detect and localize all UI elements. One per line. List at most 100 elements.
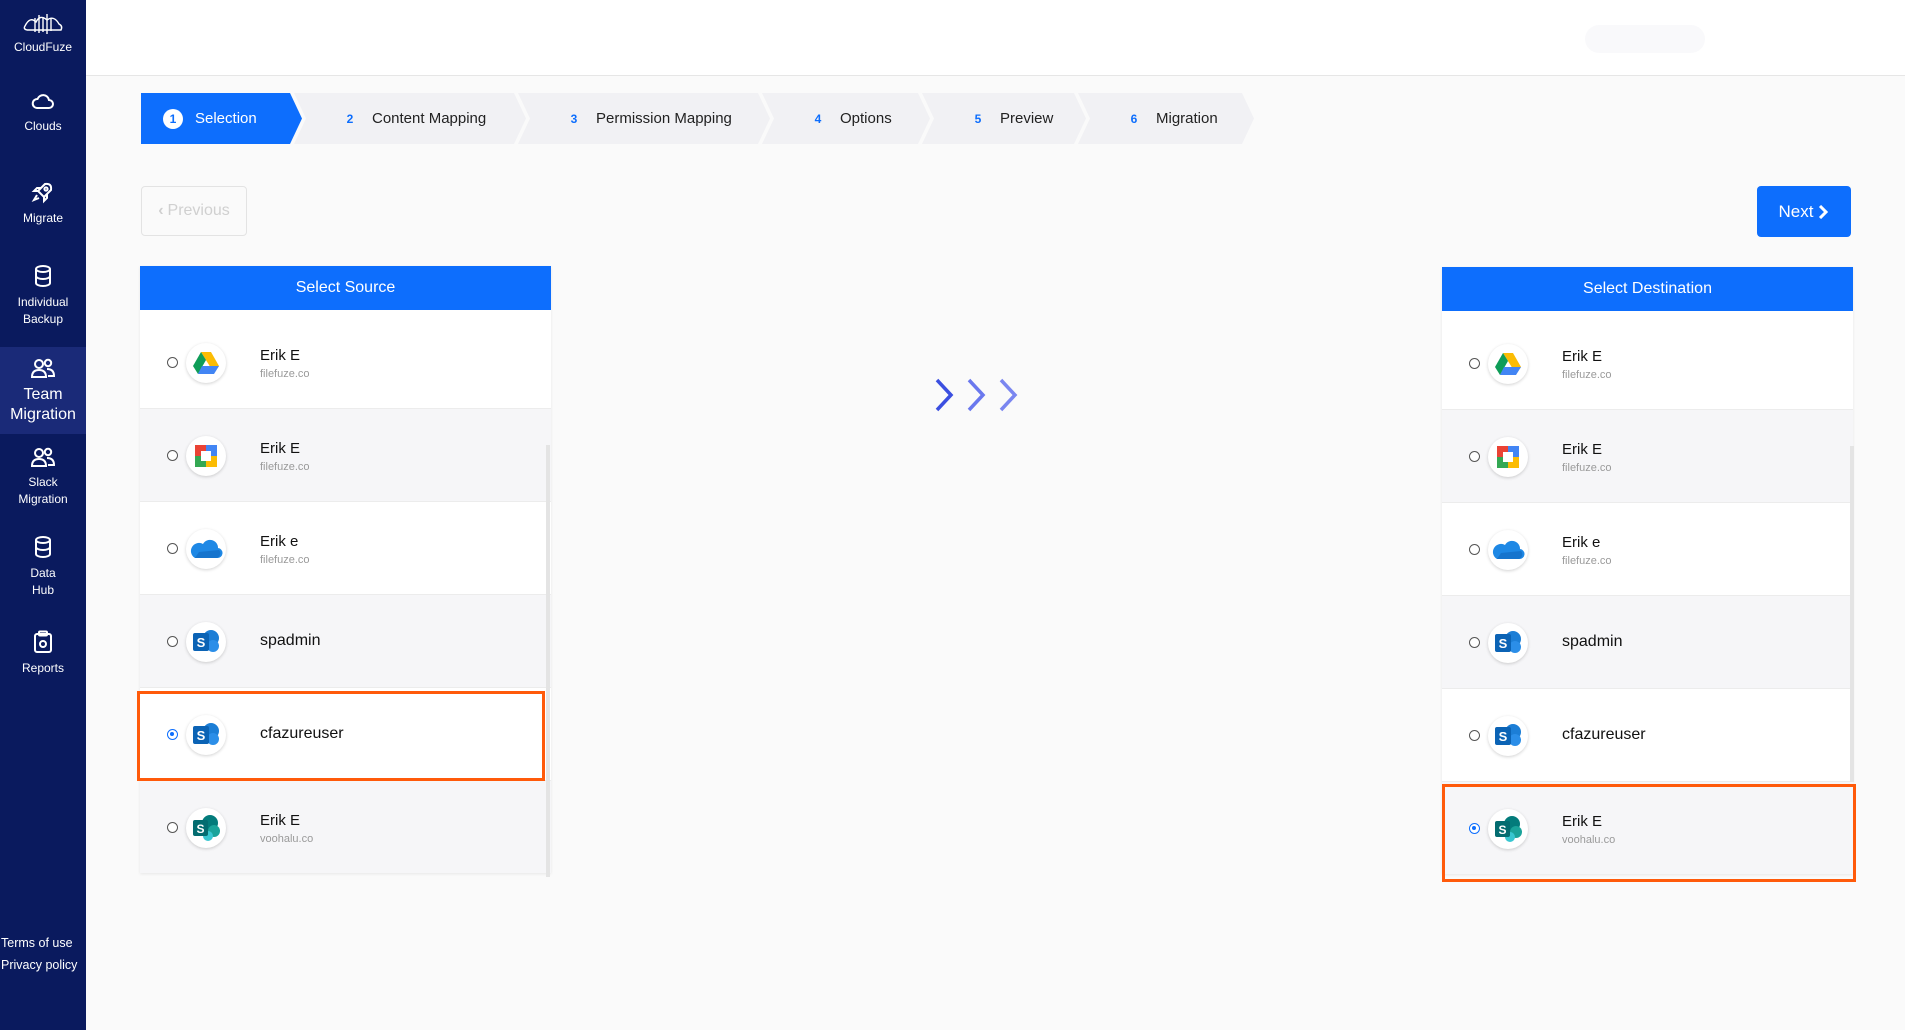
step-options[interactable]: 4 Options [762, 93, 930, 144]
sharepoint-online-icon: S [186, 808, 226, 848]
step-preview[interactable]: 5 Preview [922, 93, 1086, 144]
svg-text:S: S [1498, 823, 1506, 837]
sharepoint-icon: S [1488, 623, 1528, 663]
step-number: 5 [974, 111, 982, 126]
account-domain: filefuze.co [260, 554, 310, 566]
radio-button[interactable] [1469, 544, 1480, 555]
source-scrollbar[interactable] [546, 445, 550, 877]
cloudfuze-logo-icon [23, 14, 63, 34]
radio-button[interactable] [1469, 358, 1480, 369]
source-row-2[interactable]: Erik E filefuze.co [140, 409, 551, 502]
top-bar [86, 0, 1905, 76]
chevrons-right-icon [935, 378, 1018, 412]
sharepoint-icon: S [186, 715, 226, 755]
radio-button[interactable] [1469, 451, 1480, 462]
next-button-label: Next [1778, 201, 1814, 221]
nav-team-migration-label: Team Migration [10, 386, 76, 423]
google-drive-icon [186, 343, 226, 383]
nav-reports[interactable]: Reports [0, 630, 86, 677]
radio-button[interactable] [1469, 637, 1480, 648]
privacy-policy-link[interactable]: Privacy policy [0, 958, 87, 972]
account-domain: voohalu.co [1562, 834, 1616, 846]
step-number: 6 [1130, 111, 1138, 126]
svg-text:S: S [1499, 636, 1508, 651]
source-panel: Select Source Erik E filefuze.co Erik E … [140, 266, 551, 873]
users-icon [30, 358, 56, 378]
step-label: Migration [1156, 110, 1218, 127]
account-domain: filefuze.co [1562, 369, 1612, 381]
nav-data-hub[interactable]: Data Hub [0, 535, 86, 599]
chevron-left-icon: ‹ [158, 202, 164, 219]
destination-row-6[interactable]: S Erik E voohalu.co [1442, 782, 1853, 874]
nav-individual-backup-label: Individual Backup [17, 295, 69, 326]
source-row-5[interactable]: S cfazureuser [140, 688, 551, 781]
nav-slack-migration-label: Slack Migration [18, 475, 68, 506]
step-content-mapping[interactable]: 2 Content Mapping [294, 93, 526, 144]
destination-row-4[interactable]: S spadmin [1442, 596, 1853, 689]
account-name: Erik E [1562, 348, 1603, 365]
radio-button[interactable] [167, 357, 178, 368]
account-domain: filefuze.co [1562, 462, 1612, 474]
source-row-1[interactable]: Erik E filefuze.co [140, 316, 551, 409]
source-row-4[interactable]: S spadmin [140, 595, 551, 688]
sidebar: CloudFuze Clouds Migrate Individual Back… [0, 0, 86, 1030]
user-profile-area[interactable] [1585, 25, 1705, 53]
destination-scrollbar[interactable] [1850, 446, 1854, 782]
destination-row-5[interactable]: S cfazureuser [1442, 689, 1853, 782]
destination-row-2[interactable]: Erik E filefuze.co [1442, 410, 1853, 503]
step-number: 1 [163, 109, 183, 129]
account-name: Erik E [1562, 441, 1603, 458]
svg-text:S: S [196, 822, 204, 836]
sharepoint-online-icon: S [1488, 809, 1528, 849]
previous-button[interactable]: ‹ Previous [141, 186, 247, 236]
account-name: Erik E [260, 812, 301, 829]
step-label: Options [840, 110, 892, 127]
step-label: Preview [1000, 110, 1054, 127]
radio-button[interactable] [167, 822, 178, 833]
radio-button[interactable] [167, 450, 178, 461]
terms-of-use-link[interactable]: Terms of use [0, 936, 87, 950]
nav-team-migration[interactable]: Team Migration [0, 347, 86, 434]
destination-row-1[interactable]: Erik E filefuze.co [1442, 317, 1853, 410]
database-icon [35, 265, 51, 287]
source-row-6[interactable]: S Erik E voohalu.co [140, 781, 551, 873]
step-label: Permission Mapping [596, 110, 732, 127]
source-panel-header: Select Source [140, 266, 551, 310]
account-name: cfazureuser [1562, 726, 1646, 743]
svg-text:S: S [1499, 729, 1508, 744]
nav-reports-label: Reports [21, 661, 65, 675]
nav-migrate-label: Migrate [22, 211, 63, 225]
radio-button[interactable] [167, 729, 178, 740]
nav-individual-backup[interactable]: Individual Backup [0, 264, 86, 328]
clipboard-icon [34, 630, 52, 653]
account-name: Erik E [260, 440, 301, 457]
account-name: spadmin [260, 632, 321, 649]
step-migration[interactable]: 6 Migration [1078, 93, 1254, 144]
nav-slack-migration[interactable]: Slack Migration [0, 446, 86, 508]
next-button[interactable]: Next [1757, 186, 1851, 237]
radio-button[interactable] [1469, 730, 1480, 741]
destination-row-3[interactable]: Erik e filefuze.co [1442, 503, 1853, 596]
radio-button[interactable] [167, 543, 178, 554]
account-name: cfazureuser [260, 725, 344, 742]
onedrive-icon [186, 529, 226, 569]
brand-logo[interactable]: CloudFuze [0, 12, 86, 54]
cloud-icon [31, 94, 54, 109]
previous-button-label: Previous [167, 202, 230, 219]
account-name: Erik e [260, 533, 299, 550]
nav-migrate[interactable]: Migrate [0, 180, 86, 227]
step-permission-mapping[interactable]: 3 Permission Mapping [518, 93, 770, 144]
nav-clouds[interactable]: Clouds [0, 92, 86, 135]
radio-button[interactable] [1469, 823, 1480, 834]
account-name: spadmin [1562, 633, 1623, 650]
source-row-3[interactable]: Erik e filefuze.co [140, 502, 551, 595]
sharepoint-icon: S [186, 622, 226, 662]
google-workspace-icon [186, 436, 226, 476]
nav-data-hub-label: Data Hub [30, 566, 56, 597]
account-domain: voohalu.co [260, 833, 314, 845]
radio-button[interactable] [167, 636, 178, 647]
account-domain: filefuze.co [260, 368, 310, 380]
account-name: Erik e [1562, 534, 1601, 551]
step-selection[interactable]: 1 Selection [141, 93, 302, 144]
account-domain: filefuze.co [1562, 555, 1612, 567]
